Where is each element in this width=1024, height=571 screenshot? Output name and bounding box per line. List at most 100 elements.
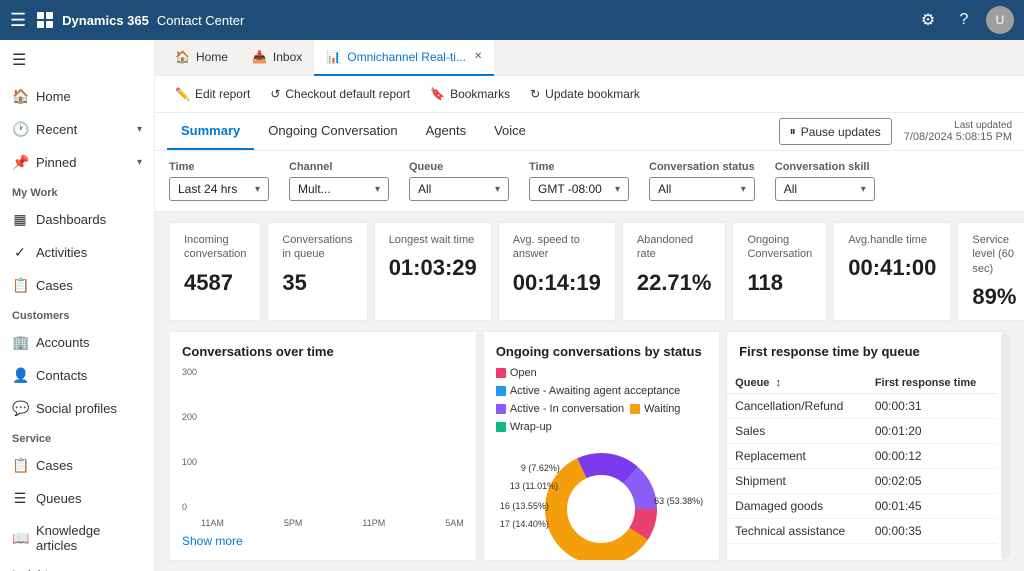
bookmarks-icon: 🔖 — [430, 87, 445, 101]
hamburger-icon[interactable]: ☰ — [10, 10, 26, 31]
pinned-icon: 📌 — [12, 154, 28, 171]
chevron-down-icon: ▾ — [861, 184, 866, 195]
table-row: Technical assistance00:00:35 — [727, 518, 997, 543]
bar-chart-bars — [201, 367, 464, 515]
metric-abandoned: Abandoned rate 22.71% — [622, 222, 727, 321]
filter-queue: Queue All ▾ — [409, 161, 509, 201]
knowledge-icon: 📖 — [12, 530, 28, 547]
sidebar-item-service-cases[interactable]: 📋 Cases — [0, 449, 154, 482]
filter-channel-select[interactable]: Mult... ▾ — [289, 177, 389, 201]
filter-conv-skill: Conversation skill All ▾ — [775, 161, 875, 201]
queue-table-card: First response time by queue Queue ↕ — [726, 331, 1010, 561]
filter-conv-status-select[interactable]: All ▾ — [649, 177, 755, 201]
social-icon: 💬 — [12, 400, 28, 417]
service-section: Service — [0, 425, 154, 449]
tab-ongoing[interactable]: Ongoing Conversation — [254, 113, 411, 150]
active-awaiting-color — [496, 386, 506, 396]
bar-x-axis: 11AM 5PM 11PM 5AM — [201, 515, 464, 528]
legend-active-in: Active - In conversation — [496, 403, 624, 415]
table-row: Sales00:01:20 — [727, 418, 997, 443]
segment-label-16: 16 (13.55%) — [500, 501, 549, 511]
tab-summary[interactable]: Summary — [167, 113, 254, 150]
tab-close-icon[interactable]: ✕ — [474, 51, 482, 62]
filter-conv-status: Conversation status All ▾ — [649, 161, 755, 201]
sidebar-item-accounts[interactable]: 🏢 Accounts — [0, 326, 154, 359]
sidebar-item-queues[interactable]: ☰ Queues — [0, 482, 154, 515]
edit-icon: ✏️ — [175, 87, 190, 101]
queue-col-header[interactable]: Queue ↕ — [727, 373, 867, 394]
sidebar-item-activities[interactable]: ✓ Activities — [0, 236, 154, 269]
bar-chart-title: Conversations over time — [182, 344, 464, 359]
pause-icon: ⏸ — [790, 124, 796, 139]
customers-section: Customers — [0, 302, 154, 326]
queue-table: Queue ↕ First response time Cancellation… — [727, 373, 997, 544]
open-color — [496, 368, 506, 378]
queues-icon: ☰ — [12, 490, 28, 507]
legend-open: Open — [496, 367, 537, 379]
home-icon: 🏠 — [12, 88, 28, 105]
tab-inbox[interactable]: 📥 Inbox — [240, 40, 314, 76]
legend-waiting: Waiting — [630, 403, 680, 415]
queue-table-scroll[interactable]: Queue ↕ First response time Cancellation… — [727, 373, 997, 560]
tab-home[interactable]: 🏠 Home — [163, 40, 240, 76]
donut-legend: Open Active - Awaiting agent acceptance … — [496, 367, 707, 433]
table-scrollbar[interactable] — [1001, 332, 1009, 560]
filter-conv-skill-select[interactable]: All ▾ — [775, 177, 875, 201]
chevron-down-icon: ▾ — [495, 184, 500, 195]
table-row: Replacement00:00:12 — [727, 443, 997, 468]
sidebar-hamburger[interactable]: ☰ — [0, 40, 154, 80]
first-response-col-header: First response time — [867, 373, 997, 394]
filter-time2-select[interactable]: GMT -08:00 ▾ — [529, 177, 629, 201]
tab-omnichannel[interactable]: 📊 Omnichannel Real-ti... ✕ — [314, 40, 494, 76]
wrapup-color — [496, 422, 506, 432]
help-icon[interactable]: ? — [950, 6, 978, 34]
tab-home-icon: 🏠 — [175, 50, 190, 64]
filter-queue-select[interactable]: All ▾ — [409, 177, 509, 201]
donut-chart-title: Ongoing conversations by status — [496, 344, 707, 359]
checkout-report-button[interactable]: ↺ Checkout default report — [262, 82, 418, 106]
recent-expand-icon: ▾ — [137, 124, 142, 135]
sidebar-item-cases[interactable]: 📋 Cases — [0, 269, 154, 302]
sidebar-item-knowledge[interactable]: 📖 Knowledge articles — [0, 515, 154, 561]
sidebar-item-pinned[interactable]: 📌 Pinned ▾ — [0, 146, 154, 179]
sidebar-item-social[interactable]: 💬 Social profiles — [0, 392, 154, 425]
table-row: Shipment00:02:05 — [727, 468, 997, 493]
charts-row: Conversations over time 300 200 100 0 — [155, 331, 1024, 571]
chevron-down-icon: ▾ — [741, 184, 746, 195]
metrics-row: Incoming conversation 4587 Conversations… — [155, 212, 1024, 331]
chevron-down-icon: ▾ — [255, 184, 260, 195]
metric-in-queue: Conversations in queue 35 — [267, 222, 367, 321]
contacts-icon: 👤 — [12, 367, 28, 384]
activities-icon: ✓ — [12, 244, 28, 261]
tab-voice[interactable]: Voice — [480, 113, 540, 150]
sidebar-item-home[interactable]: 🏠 Home — [0, 80, 154, 113]
show-more-link[interactable]: Show more — [182, 534, 464, 548]
pause-updates-button[interactable]: ⏸ Pause updates — [779, 118, 892, 145]
chevron-down-icon: ▾ — [615, 184, 620, 195]
accounts-icon: 🏢 — [12, 334, 28, 351]
toolbar: ✏️ Edit report ↺ Checkout default report… — [155, 76, 1024, 113]
cases-icon: 📋 — [12, 277, 28, 294]
legend-wrapup: Wrap-up — [496, 421, 552, 433]
waiting-color — [630, 404, 640, 414]
edit-report-button[interactable]: ✏️ Edit report — [167, 82, 258, 106]
sidebar-item-dashboards[interactable]: ▦ Dashboards — [0, 203, 154, 236]
bookmarks-button[interactable]: 🔖 Bookmarks — [422, 82, 518, 106]
update-bookmark-button[interactable]: ↻ Update bookmark — [522, 82, 648, 106]
tabs-bar: 🏠 Home 📥 Inbox 📊 Omnichannel Real-ti... … — [155, 40, 1024, 76]
donut-area: 16 (13.55%) 17 (14.40%) 13 (11.01%) 9 (7… — [496, 441, 707, 561]
metric-ongoing: Ongoing Conversation 118 — [732, 222, 827, 321]
tab-agents[interactable]: Agents — [412, 113, 480, 150]
donut-chart-card: Ongoing conversations by status Open Act… — [483, 331, 720, 561]
queue-table-title: First response time by queue — [727, 332, 997, 373]
app-subtitle: Contact Center — [157, 13, 244, 28]
avatar[interactable]: U — [986, 6, 1014, 34]
legend-active-awaiting: Active - Awaiting agent acceptance — [496, 385, 680, 397]
topbar: ☰ Dynamics 365 Contact Center ⚙ ? U — [0, 0, 1024, 40]
bar-chart-card: Conversations over time 300 200 100 0 — [169, 331, 477, 561]
settings-icon[interactable]: ⚙ — [914, 6, 942, 34]
sidebar-item-contacts[interactable]: 👤 Contacts — [0, 359, 154, 392]
filter-time-select[interactable]: Last 24 hrs ▾ — [169, 177, 269, 201]
sidebar-item-recent[interactable]: 🕐 Recent ▾ — [0, 113, 154, 146]
metric-avg-handle: Avg.handle time 00:41:00 — [833, 222, 951, 321]
